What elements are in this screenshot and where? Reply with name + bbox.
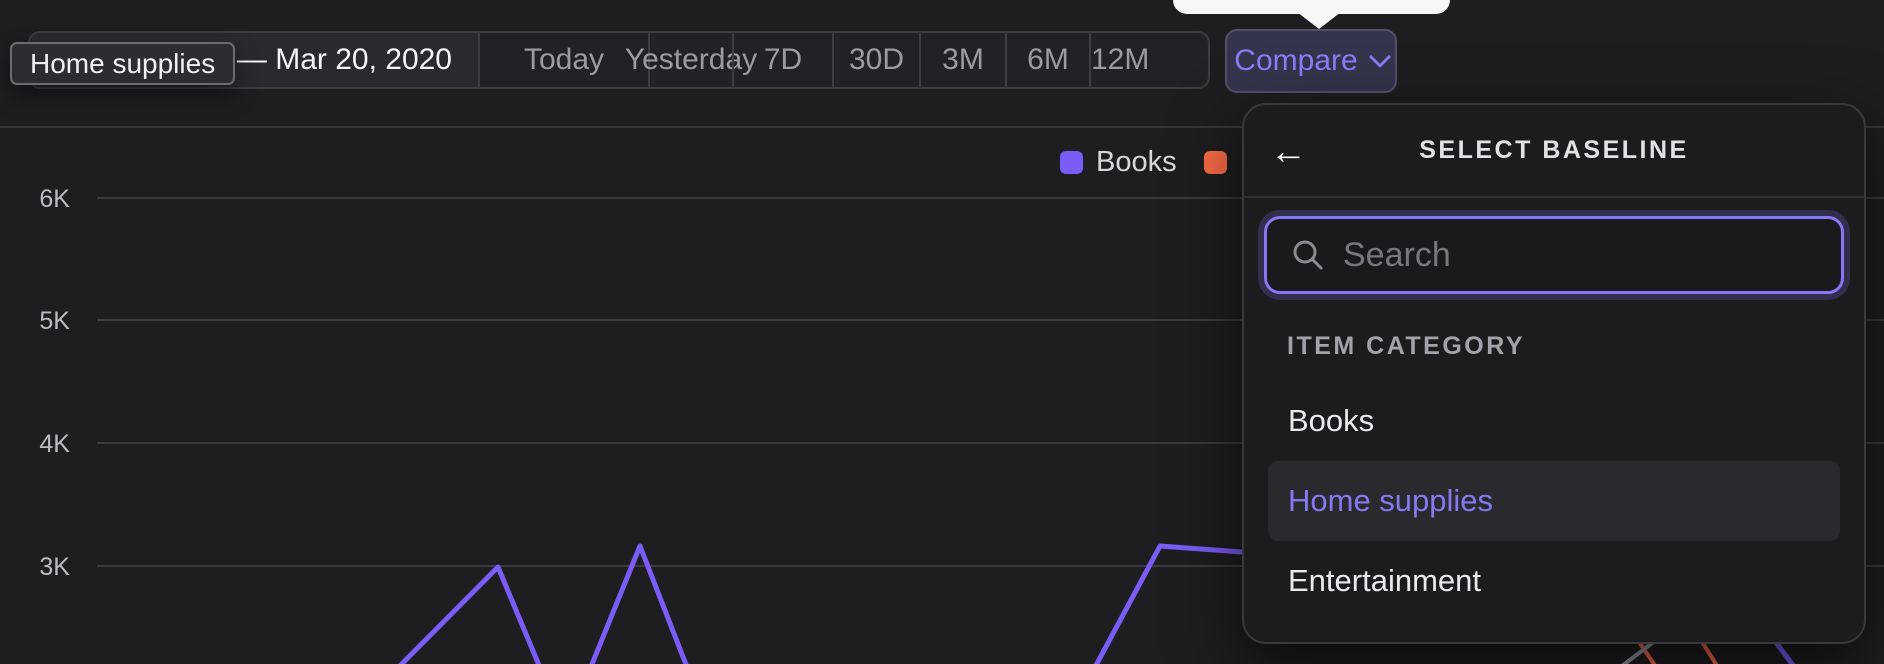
- svg-text:5K: 5K: [39, 307, 70, 335]
- search-input[interactable]: [1343, 236, 1829, 275]
- panel-title: SELECT BASELINE: [1419, 136, 1688, 165]
- search-icon: [1291, 238, 1325, 272]
- svg-text:6K: 6K: [39, 185, 70, 213]
- svg-text:3K: 3K: [39, 553, 70, 581]
- chevron-down-icon: [1368, 45, 1391, 68]
- preset-range-button-3m[interactable]: 3M: [919, 33, 1005, 87]
- legend-swatch: [1060, 151, 1083, 174]
- baseline-list-item[interactable]: Home supplies: [1268, 461, 1840, 541]
- popover-stub: [1173, 0, 1450, 14]
- preset-range-button-30d[interactable]: 30D: [832, 33, 919, 87]
- compare-label: Compare: [1234, 44, 1357, 78]
- legend-item: Books: [1060, 146, 1177, 179]
- preset-range-button-yesterday[interactable]: Yesterday: [648, 33, 732, 87]
- popover-arrow: [1297, 12, 1341, 29]
- panel-header: ← SELECT BASELINE: [1244, 105, 1864, 198]
- baseline-list-item[interactable]: Books: [1268, 381, 1840, 461]
- baseline-item-list: BooksHome suppliesEntertainment: [1268, 381, 1840, 621]
- back-arrow-icon[interactable]: ←: [1270, 132, 1307, 169]
- svg-text:4K: 4K: [39, 430, 70, 458]
- preset-range-button-6m[interactable]: 6M: [1005, 33, 1089, 87]
- legend-swatch: [1204, 151, 1227, 174]
- select-baseline-panel: ← SELECT BASELINE ITEM CATEGORY BooksHom…: [1242, 103, 1866, 644]
- preset-range-button-7d[interactable]: 7D: [732, 33, 832, 87]
- compare-button[interactable]: Compare: [1225, 29, 1397, 93]
- baseline-list-item[interactable]: Entertainment: [1268, 541, 1840, 621]
- preset-range-button-today[interactable]: Today: [478, 33, 648, 87]
- preset-range-button-12m[interactable]: 12M: [1089, 33, 1149, 87]
- hover-tooltip: Home supplies: [10, 42, 235, 85]
- legend-label: Books: [1096, 146, 1177, 179]
- search-box[interactable]: [1264, 216, 1844, 294]
- section-label: ITEM CATEGORY: [1287, 332, 1864, 361]
